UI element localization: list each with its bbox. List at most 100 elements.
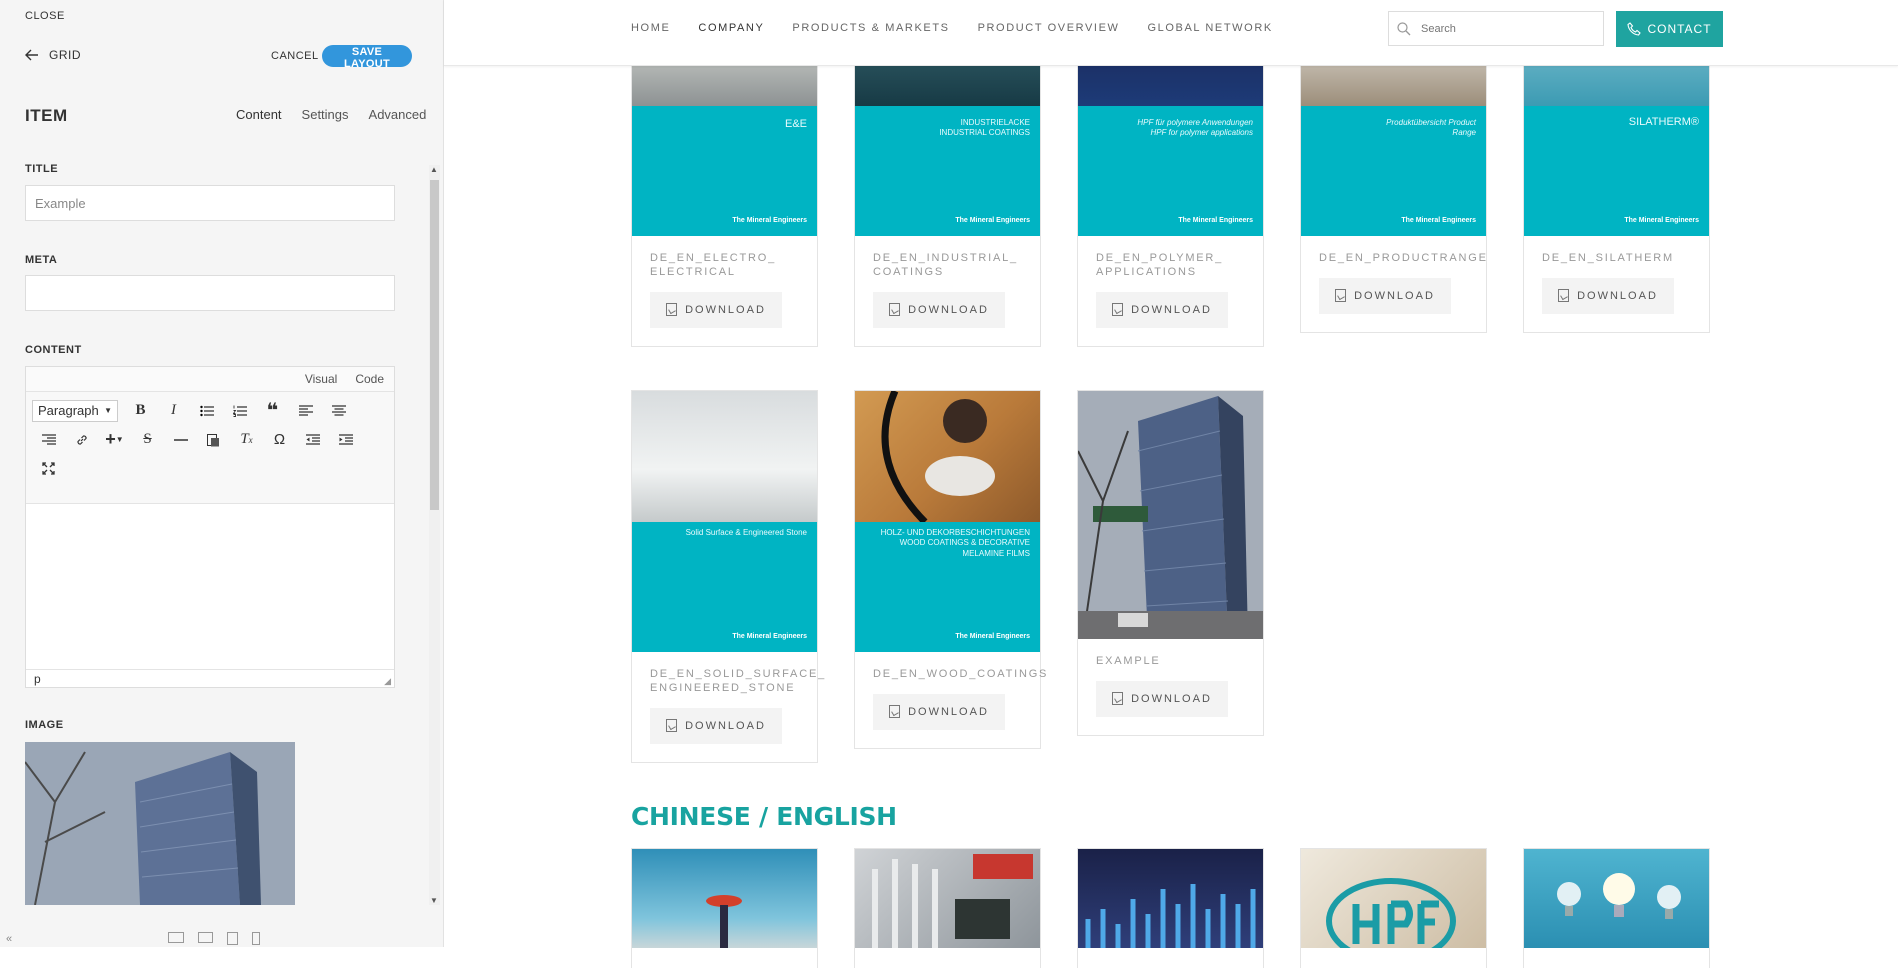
scroll-up-icon[interactable]: ▲ [430,165,438,174]
close-link[interactable]: CLOSE [25,10,65,22]
brochure-cover: Produktübersicht Product Range The Miner… [1301,41,1486,236]
building-photo [25,742,295,905]
align-right-icon[interactable] [32,427,65,453]
download-label: DOWNLOAD [1131,303,1212,316]
nav-products-markets[interactable]: PRODUCTS & MARKETS [792,22,949,34]
save-layout-button[interactable]: SAVE LAYOUT [322,45,412,70]
cover-title: E&E [784,118,807,130]
scrollbar-thumb[interactable] [430,180,439,510]
collapse-panel-icon[interactable]: « [6,933,12,945]
editor-path: p ◢ [26,669,394,689]
tab-advanced[interactable]: Advanced [369,107,427,122]
nav-global-network[interactable]: GLOBAL NETWORK [1148,22,1273,34]
image-preview[interactable] [25,742,295,905]
phone-icon[interactable] [252,932,260,945]
panel-scrollbar[interactable]: ▲ ▼ [429,165,440,905]
download-button[interactable]: DOWNLOAD [1096,291,1228,328]
code-tab[interactable]: Code [355,372,384,386]
strikethrough-icon[interactable]: S [131,427,164,453]
insert-plus-icon[interactable]: + ▼ [98,427,131,453]
download-button[interactable]: DOWNLOAD [1319,277,1451,314]
nav-home[interactable]: HOME [631,22,670,34]
laptop-icon[interactable] [198,932,213,943]
brochure-card: Produktübersicht Product Range The Miner… [1300,40,1487,333]
page-scrollbar[interactable] [1886,65,1898,947]
contact-button[interactable]: CONTACT [1616,11,1723,47]
pdf-icon [1335,289,1347,303]
align-left-icon[interactable] [289,398,322,424]
card-title: DE_EN_ELECTRO_ ELECTRICAL [650,252,777,278]
cover-title: INDUSTRIELACKE INDUSTRIAL COATINGS [939,118,1030,138]
brand-text: The Mineral Engineers [732,633,807,640]
title-input[interactable] [25,185,395,221]
fullscreen-icon[interactable] [32,456,65,482]
clear-format-icon[interactable]: Tx [230,427,263,453]
resize-grip-icon[interactable]: ◢ [384,676,391,687]
meta-label: META [25,254,58,266]
download-button[interactable]: DOWNLOAD [650,707,782,744]
back-to-grid[interactable]: GRID [25,48,81,62]
editor-body[interactable] [26,504,394,669]
card-title: DE_EN_INDUSTRIAL_ COATINGS [873,252,1018,278]
align-center-icon[interactable] [322,398,355,424]
brochure-card [631,848,818,968]
content-label: CONTENT [25,344,82,356]
brand-text: The Mineral Engineers [955,633,1030,640]
umbrella-photo [706,895,742,948]
lightbulbs-photo [1557,873,1681,919]
blockquote-icon[interactable]: ❝ [256,398,289,424]
nav-product-overview[interactable]: PRODUCT OVERVIEW [978,22,1120,34]
brand-text: The Mineral Engineers [1624,217,1699,224]
brand-text: The Mineral Engineers [1401,217,1476,224]
bold-icon[interactable]: B [124,398,157,424]
scroll-down-icon[interactable]: ▼ [430,896,438,905]
download-button[interactable]: DOWNLOAD [650,291,782,328]
brochure-card: SILATHERM® The Mineral Engineers DE_EN_S… [1523,40,1710,333]
nav-company[interactable]: COMPANY [698,22,764,34]
brochure-cover: Solid Surface & Engineered Stone The Min… [632,391,817,652]
search-icon [1397,21,1411,35]
cancel-button[interactable]: CANCEL [271,50,319,62]
card-title: DE_EN_SOLID_SURFACE_ ENGINEERED_STONE [650,668,826,694]
link-icon[interactable] [65,427,98,453]
brochure-cover: SILATHERM® The Mineral Engineers [1524,41,1709,236]
numbered-list-icon[interactable] [223,398,256,424]
download-button[interactable]: DOWNLOAD [1096,680,1228,717]
paste-text-icon[interactable] [197,427,230,453]
outdent-icon[interactable] [296,427,329,453]
brochure-cover [632,849,817,948]
bullet-list-icon[interactable] [190,398,223,424]
visual-tab[interactable]: Visual [305,372,337,386]
brand-text: The Mineral Engineers [732,217,807,224]
brochure-card: EXAMPLE DOWNLOAD [1077,390,1264,736]
download-button[interactable]: DOWNLOAD [873,693,1005,730]
download-label: DOWNLOAD [908,303,989,316]
cover-title: Solid Surface & Engineered Stone [685,528,807,537]
contact-label: CONTACT [1647,22,1712,36]
search-box [1388,11,1604,46]
editor-panel: CLOSE GRID CANCEL SAVE LAYOUT ITEM Conte… [0,0,444,947]
pdf-icon [1558,289,1570,303]
search-input[interactable] [1419,21,1573,36]
download-button[interactable]: DOWNLOAD [873,291,1005,328]
italic-icon[interactable]: I [157,398,190,424]
example-photo [1078,391,1263,639]
circuit-photo [872,854,1033,948]
brand-text: The Mineral Engineers [1178,217,1253,224]
editor-toolbar: Paragraph ▼ B I ❝ + ▼ S T x Ω [26,392,394,504]
special-char-icon[interactable]: Ω [263,427,296,453]
tablet-icon[interactable] [227,932,238,945]
indent-icon[interactable] [329,427,362,453]
tab-content[interactable]: Content [236,107,282,122]
tab-settings[interactable]: Settings [302,107,349,122]
brochure-card: Solid Surface & Engineered Stone The Min… [631,390,826,763]
meta-input[interactable] [25,275,395,311]
horizontal-rule-icon[interactable] [164,427,197,453]
format-select[interactable]: Paragraph ▼ [32,399,118,422]
download-label: DOWNLOAD [685,303,766,316]
brochure-cover: INDUSTRIELACKE INDUSTRIAL COATINGS The M… [855,41,1040,236]
desktop-icon[interactable] [168,932,184,943]
download-button[interactable]: DOWNLOAD [1542,277,1674,314]
download-label: DOWNLOAD [685,719,766,732]
cover-title: Produktübersicht Product Range [1386,118,1476,138]
